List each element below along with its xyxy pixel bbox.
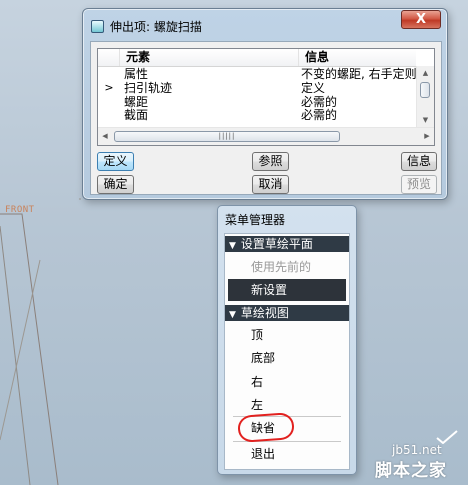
vertical-scrollbar[interactable]: ▲ ▼ bbox=[416, 66, 434, 127]
menu-manager-title: 菜单管理器 bbox=[225, 213, 286, 227]
column-header-element[interactable]: 元素 bbox=[120, 49, 299, 66]
scroll-left-icon[interactable]: ◀ bbox=[98, 128, 112, 145]
red-circle-annotation bbox=[237, 412, 295, 443]
table-rows: 属性 不变的螺距, 右手定则 > 扫引轨迹 定义 螺距 必需的 截面 必需的 bbox=[98, 66, 416, 126]
collapse-triangle-icon: ▼ bbox=[229, 310, 236, 320]
menu-item-left[interactable]: 左 bbox=[225, 394, 349, 416]
ok-button[interactable]: 确定 bbox=[97, 175, 134, 194]
watermark-url: jb51.net bbox=[392, 443, 442, 457]
dialog-title: 伸出项: 螺旋扫描 bbox=[110, 19, 202, 34]
close-button[interactable]: X bbox=[401, 10, 441, 29]
menu-header-label: 草绘视图 bbox=[240, 306, 289, 320]
menu-header-sketch-view[interactable]: ▼ 草绘视图 bbox=[225, 305, 349, 321]
info-button[interactable]: 信息 bbox=[401, 152, 437, 171]
window-icon bbox=[91, 19, 104, 33]
table-row[interactable]: 螺距 必需的 bbox=[98, 95, 416, 109]
protrusion-dialog: 伸出项: 螺旋扫描 X 元素 信息 属性 不变的螺距, 右手定则 > 扫引轨迹 … bbox=[82, 8, 448, 200]
column-header-info[interactable]: 信息 bbox=[299, 49, 416, 66]
datum-plane-edge bbox=[0, 225, 31, 485]
menu-item-top[interactable]: 顶 bbox=[225, 324, 349, 346]
datum-plane-outline bbox=[0, 213, 59, 485]
menu-item-exit[interactable]: 退出 bbox=[225, 443, 349, 465]
scroll-up-icon[interactable]: ▲ bbox=[417, 66, 434, 80]
reference-button[interactable]: 参照 bbox=[252, 152, 289, 171]
collapse-triangle-icon: ▼ bbox=[229, 241, 236, 251]
row-marker-current-icon: > bbox=[104, 81, 114, 94]
row-element: 属性 bbox=[124, 67, 149, 81]
menu-item-right[interactable]: 右 bbox=[225, 371, 349, 393]
horizontal-scrollbar[interactable]: ◀ ||||| ▶ bbox=[98, 127, 434, 145]
element-table: 元素 信息 属性 不变的螺距, 右手定则 > 扫引轨迹 定义 螺距 必需的 截面… bbox=[97, 48, 435, 146]
preview-button: 预览 bbox=[401, 175, 437, 194]
horizontal-scroll-thumb[interactable]: ||||| bbox=[114, 131, 340, 142]
datum-label-front: FRONT bbox=[5, 205, 35, 215]
watermark-logo: 脚本之家 bbox=[375, 461, 447, 481]
scroll-right-icon[interactable]: ▶ bbox=[420, 128, 434, 145]
feature-edge-left bbox=[0, 259, 41, 441]
dialog-titlebar: 伸出项: 螺旋扫描 bbox=[91, 17, 202, 35]
row-element: 扫引轨迹 bbox=[124, 81, 173, 95]
row-element: 螺距 bbox=[124, 95, 149, 109]
menu-header-label: 设置草绘平面 bbox=[240, 237, 313, 251]
row-info: 不变的螺距, 右手定则 bbox=[301, 67, 416, 81]
menu-item-new-setup[interactable]: 新设置 bbox=[228, 279, 346, 301]
table-row[interactable]: > 扫引轨迹 定义 bbox=[98, 81, 416, 95]
row-info: 必需的 bbox=[301, 108, 338, 122]
menu-item-use-previous: 使用先前的 bbox=[251, 260, 312, 274]
table-row[interactable]: 属性 不变的螺距, 右手定则 bbox=[98, 67, 416, 81]
menu-manager: 菜单管理器 ▼ 设置草绘平面 使用先前的 新设置 ▼ 草绘视图 顶 底部 右 左 缺… bbox=[217, 205, 357, 475]
vertical-scroll-thumb[interactable] bbox=[420, 82, 430, 98]
define-button[interactable]: 定义 bbox=[97, 152, 134, 171]
table-row[interactable]: 截面 必需的 bbox=[98, 108, 416, 122]
row-info: 必需的 bbox=[301, 95, 338, 109]
row-info: 定义 bbox=[301, 81, 326, 95]
dialog-client-area: 元素 信息 属性 不变的螺距, 右手定则 > 扫引轨迹 定义 螺距 必需的 截面… bbox=[90, 41, 442, 195]
cancel-button[interactable]: 取消 bbox=[252, 175, 289, 194]
scroll-down-icon[interactable]: ▼ bbox=[417, 113, 434, 127]
watermark-check-icon bbox=[436, 430, 458, 444]
menu-item-bottom[interactable]: 底部 bbox=[225, 347, 349, 369]
menu-manager-body: ▼ 设置草绘平面 使用先前的 新设置 ▼ 草绘视图 顶 底部 右 左 缺省 退出 bbox=[224, 233, 350, 470]
table-header: 元素 信息 bbox=[98, 49, 416, 67]
row-element: 截面 bbox=[124, 108, 149, 122]
menu-header-sketch-plane[interactable]: ▼ 设置草绘平面 bbox=[225, 236, 349, 252]
column-header-gutter bbox=[98, 49, 120, 66]
